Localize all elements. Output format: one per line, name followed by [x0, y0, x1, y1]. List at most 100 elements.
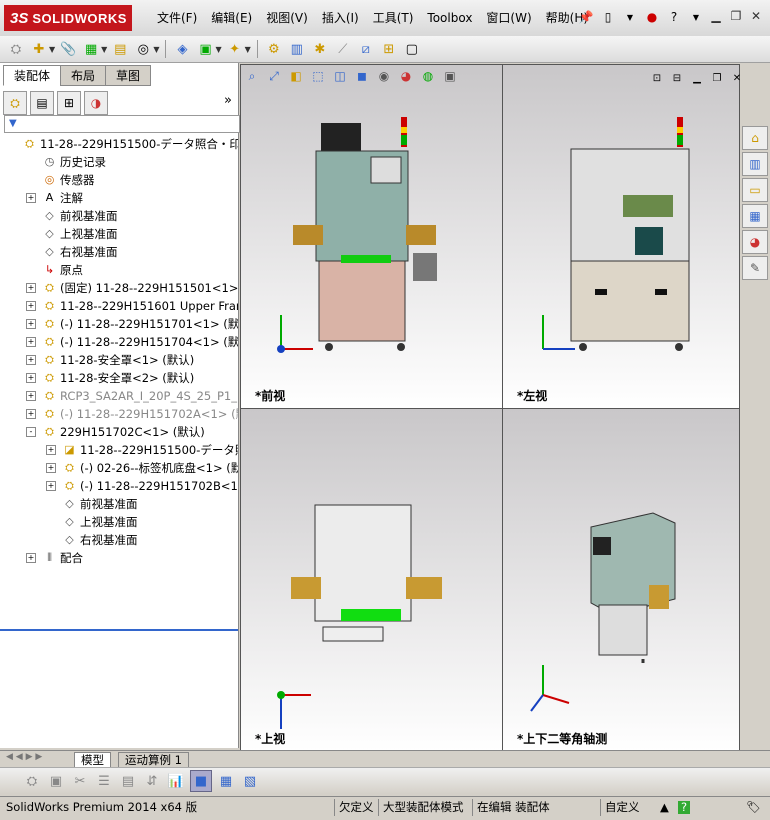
restore-icon[interactable]: ❐ [710, 71, 724, 85]
new-motion-study-icon[interactable]: ⚙ [264, 39, 284, 59]
traffic-light-icon[interactable]: ● [644, 8, 660, 26]
expand-icon[interactable]: + [26, 391, 36, 401]
dropdown-arrow-icon[interactable]: ▼ [215, 45, 221, 54]
tree-item[interactable]: ◇ 右视基准面 [0, 243, 238, 261]
custom-properties-icon[interactable]: ✎ [742, 256, 768, 280]
menu-insert[interactable]: 插入(I) [315, 10, 366, 26]
dropdown-arrow-icon[interactable]: ▼ [245, 45, 251, 54]
mate-icon[interactable]: 📎 [58, 39, 78, 59]
tree-item[interactable]: + ⛭ 11-28-安全罩<1> (默认) [0, 351, 238, 369]
linear-pattern-icon[interactable]: ▦ [81, 39, 101, 59]
expand-icon[interactable]: + [26, 409, 36, 419]
configuration-manager-icon[interactable]: ⊞ [57, 91, 81, 115]
view-palette-icon[interactable]: ▦ [742, 204, 768, 228]
hide-show-items-icon[interactable]: ◉ [376, 68, 392, 84]
expand-icon[interactable]: + [46, 445, 56, 455]
report-icon[interactable]: ▧ [240, 771, 260, 791]
tree-item[interactable]: + ⛭ 11-28-安全罩<2> (默认) [0, 369, 238, 387]
expand-icon[interactable]: + [26, 319, 36, 329]
motion-play-icon[interactable]: ▣ [46, 771, 66, 791]
expand-icon[interactable]: + [26, 301, 36, 311]
minimize-icon[interactable]: ▁ [708, 8, 724, 24]
display-manager-icon[interactable]: ◑ [84, 91, 108, 115]
tab-scroll-arrows[interactable]: ◀ ◀ ▶ ▶ [6, 752, 42, 762]
solidworks-resources-icon[interactable]: ⌂ [742, 126, 768, 150]
file-explorer-icon[interactable]: ▭ [742, 178, 768, 202]
view-settings-icon[interactable]: ▣ [442, 68, 458, 84]
tree-item[interactable]: + ⛭ (-) 02-26--标签机底盘<1> (默认 [0, 459, 238, 477]
tab-assembly[interactable]: 装配体 [3, 65, 62, 86]
link-views-icon[interactable]: ⊡ [650, 71, 664, 85]
display-style-icon[interactable]: ◼ [354, 68, 370, 84]
motion-results-icon[interactable]: ▤ [118, 771, 138, 791]
section-view-icon[interactable]: ⬚ [310, 68, 326, 84]
exploded-view-icon[interactable]: ✱ [310, 39, 330, 59]
appearances-icon[interactable]: ◕ [742, 230, 768, 254]
expand-more-icon[interactable]: » [224, 93, 232, 108]
single-view-icon[interactable]: ⊟ [670, 71, 684, 85]
tree-item[interactable]: ◇ 前视基准面 [0, 207, 238, 225]
feature-manager-icon[interactable]: ⛭ [3, 91, 27, 115]
tree-item[interactable]: + ⛭ RCP3_SA2AR_I_20P_4S_25_P1_P_ML_20 [0, 387, 238, 405]
tree-item[interactable]: ⛭ 11-28--229H151500-データ照合・印字装 [0, 135, 238, 153]
minimize-icon[interactable]: ▁ [690, 71, 704, 85]
collapse-icon[interactable]: - [26, 427, 36, 437]
tree-filter[interactable]: ▼ [4, 115, 240, 133]
expand-icon[interactable]: + [46, 463, 56, 473]
tree-item[interactable]: ◇ 上视基准面 [0, 513, 238, 531]
move-component-icon[interactable]: ◎ [133, 39, 153, 59]
units-dropdown-icon[interactable]: ▲ [656, 799, 673, 816]
bill-of-materials-icon[interactable]: ▥ [287, 39, 307, 59]
table-view-icon[interactable]: ▦ [216, 771, 236, 791]
motion-calculate-icon[interactable]: ⛭ [22, 771, 42, 791]
tag-icon[interactable]: 🏷 [742, 799, 765, 816]
tree-item[interactable]: ◎ 传感器 [0, 171, 238, 189]
tree-item[interactable]: + ⛭ (-) 11-28--229H151701<1> (默认) [0, 315, 238, 333]
assembly-features-icon[interactable]: ▣ [195, 39, 215, 59]
tree-item[interactable]: + ◪ 11-28--229H151500-データ照合・ [0, 441, 238, 459]
apply-scene-icon[interactable]: ◍ [420, 68, 436, 84]
menu-toolbox[interactable]: Toolbox [420, 10, 479, 26]
dropdown-arrow-icon[interactable]: ▼ [101, 45, 107, 54]
close-icon[interactable]: ✕ [730, 71, 744, 85]
menu-file[interactable]: 文件(F) [150, 10, 204, 26]
view-orientation-icon[interactable]: ◫ [332, 68, 348, 84]
tree-item[interactable]: + ⛭ (-) 11-28--229H151702B<1> (默 [0, 477, 238, 495]
design-library-icon[interactable]: ▥ [742, 152, 768, 176]
dropdown-arrow-icon[interactable]: ▼ [153, 45, 159, 54]
viewport-left[interactable]: *左视 [502, 64, 740, 409]
solidworks-logo[interactable]: 3S SOLIDWORKS [4, 5, 132, 31]
tab-layout[interactable]: 布局 [60, 65, 107, 86]
status-units[interactable]: 自定义 [600, 799, 644, 816]
expand-icon[interactable]: + [26, 283, 36, 293]
tree-item[interactable]: + ⫴ 配合 [0, 549, 238, 567]
tree-item[interactable]: + ⛭ (-) 11-28--229H151702A<1> (默认) [0, 405, 238, 423]
tree-item[interactable]: + ⛭ 11-28--229H151601 Upper Frame As [0, 297, 238, 315]
smart-fasteners-icon[interactable]: ▤ [110, 39, 130, 59]
pin-icon[interactable]: 📌 [578, 8, 594, 26]
help-icon[interactable]: ? [666, 8, 682, 26]
expand-icon[interactable]: + [26, 553, 36, 563]
tree-item[interactable]: + ⛭ (-) 11-28--229H151704<1> (默认) [0, 333, 238, 351]
edit-appearance-icon[interactable]: ◕ [398, 68, 414, 84]
dropdown-arrow-icon[interactable]: ▼ [622, 8, 638, 26]
restore-icon[interactable]: ❐ [728, 8, 744, 24]
tree-item[interactable]: ◇ 右视基准面 [0, 531, 238, 549]
expand-icon[interactable]: + [26, 373, 36, 383]
viewport-top[interactable]: *上视 [240, 408, 503, 752]
filter-icon[interactable]: ▼ [9, 118, 17, 129]
previous-view-icon[interactable]: ◧ [288, 68, 304, 84]
zoom-to-area-icon[interactable]: ⤢ [266, 68, 282, 84]
dropdown-arrow-icon[interactable]: ▼ [49, 45, 55, 54]
menu-tools[interactable]: 工具(T) [366, 10, 421, 26]
tree-item[interactable]: - ⛭ 229H151702C<1> (默认) [0, 423, 238, 441]
instant3d-icon[interactable]: ▢ [402, 39, 422, 59]
insert-component-icon[interactable]: ✚ [29, 39, 49, 59]
tab-model[interactable]: 模型 [74, 752, 111, 768]
motion-tolerance-icon[interactable]: ⇵ [142, 771, 162, 791]
cube-view-icon[interactable]: ■ [190, 770, 212, 792]
expand-icon[interactable]: + [26, 337, 36, 347]
tree-item[interactable]: ◷ 历史记录 [0, 153, 238, 171]
show-hidden-icon[interactable]: ◈ [172, 39, 192, 59]
zoom-to-fit-icon[interactable]: ⌕ [244, 68, 260, 84]
